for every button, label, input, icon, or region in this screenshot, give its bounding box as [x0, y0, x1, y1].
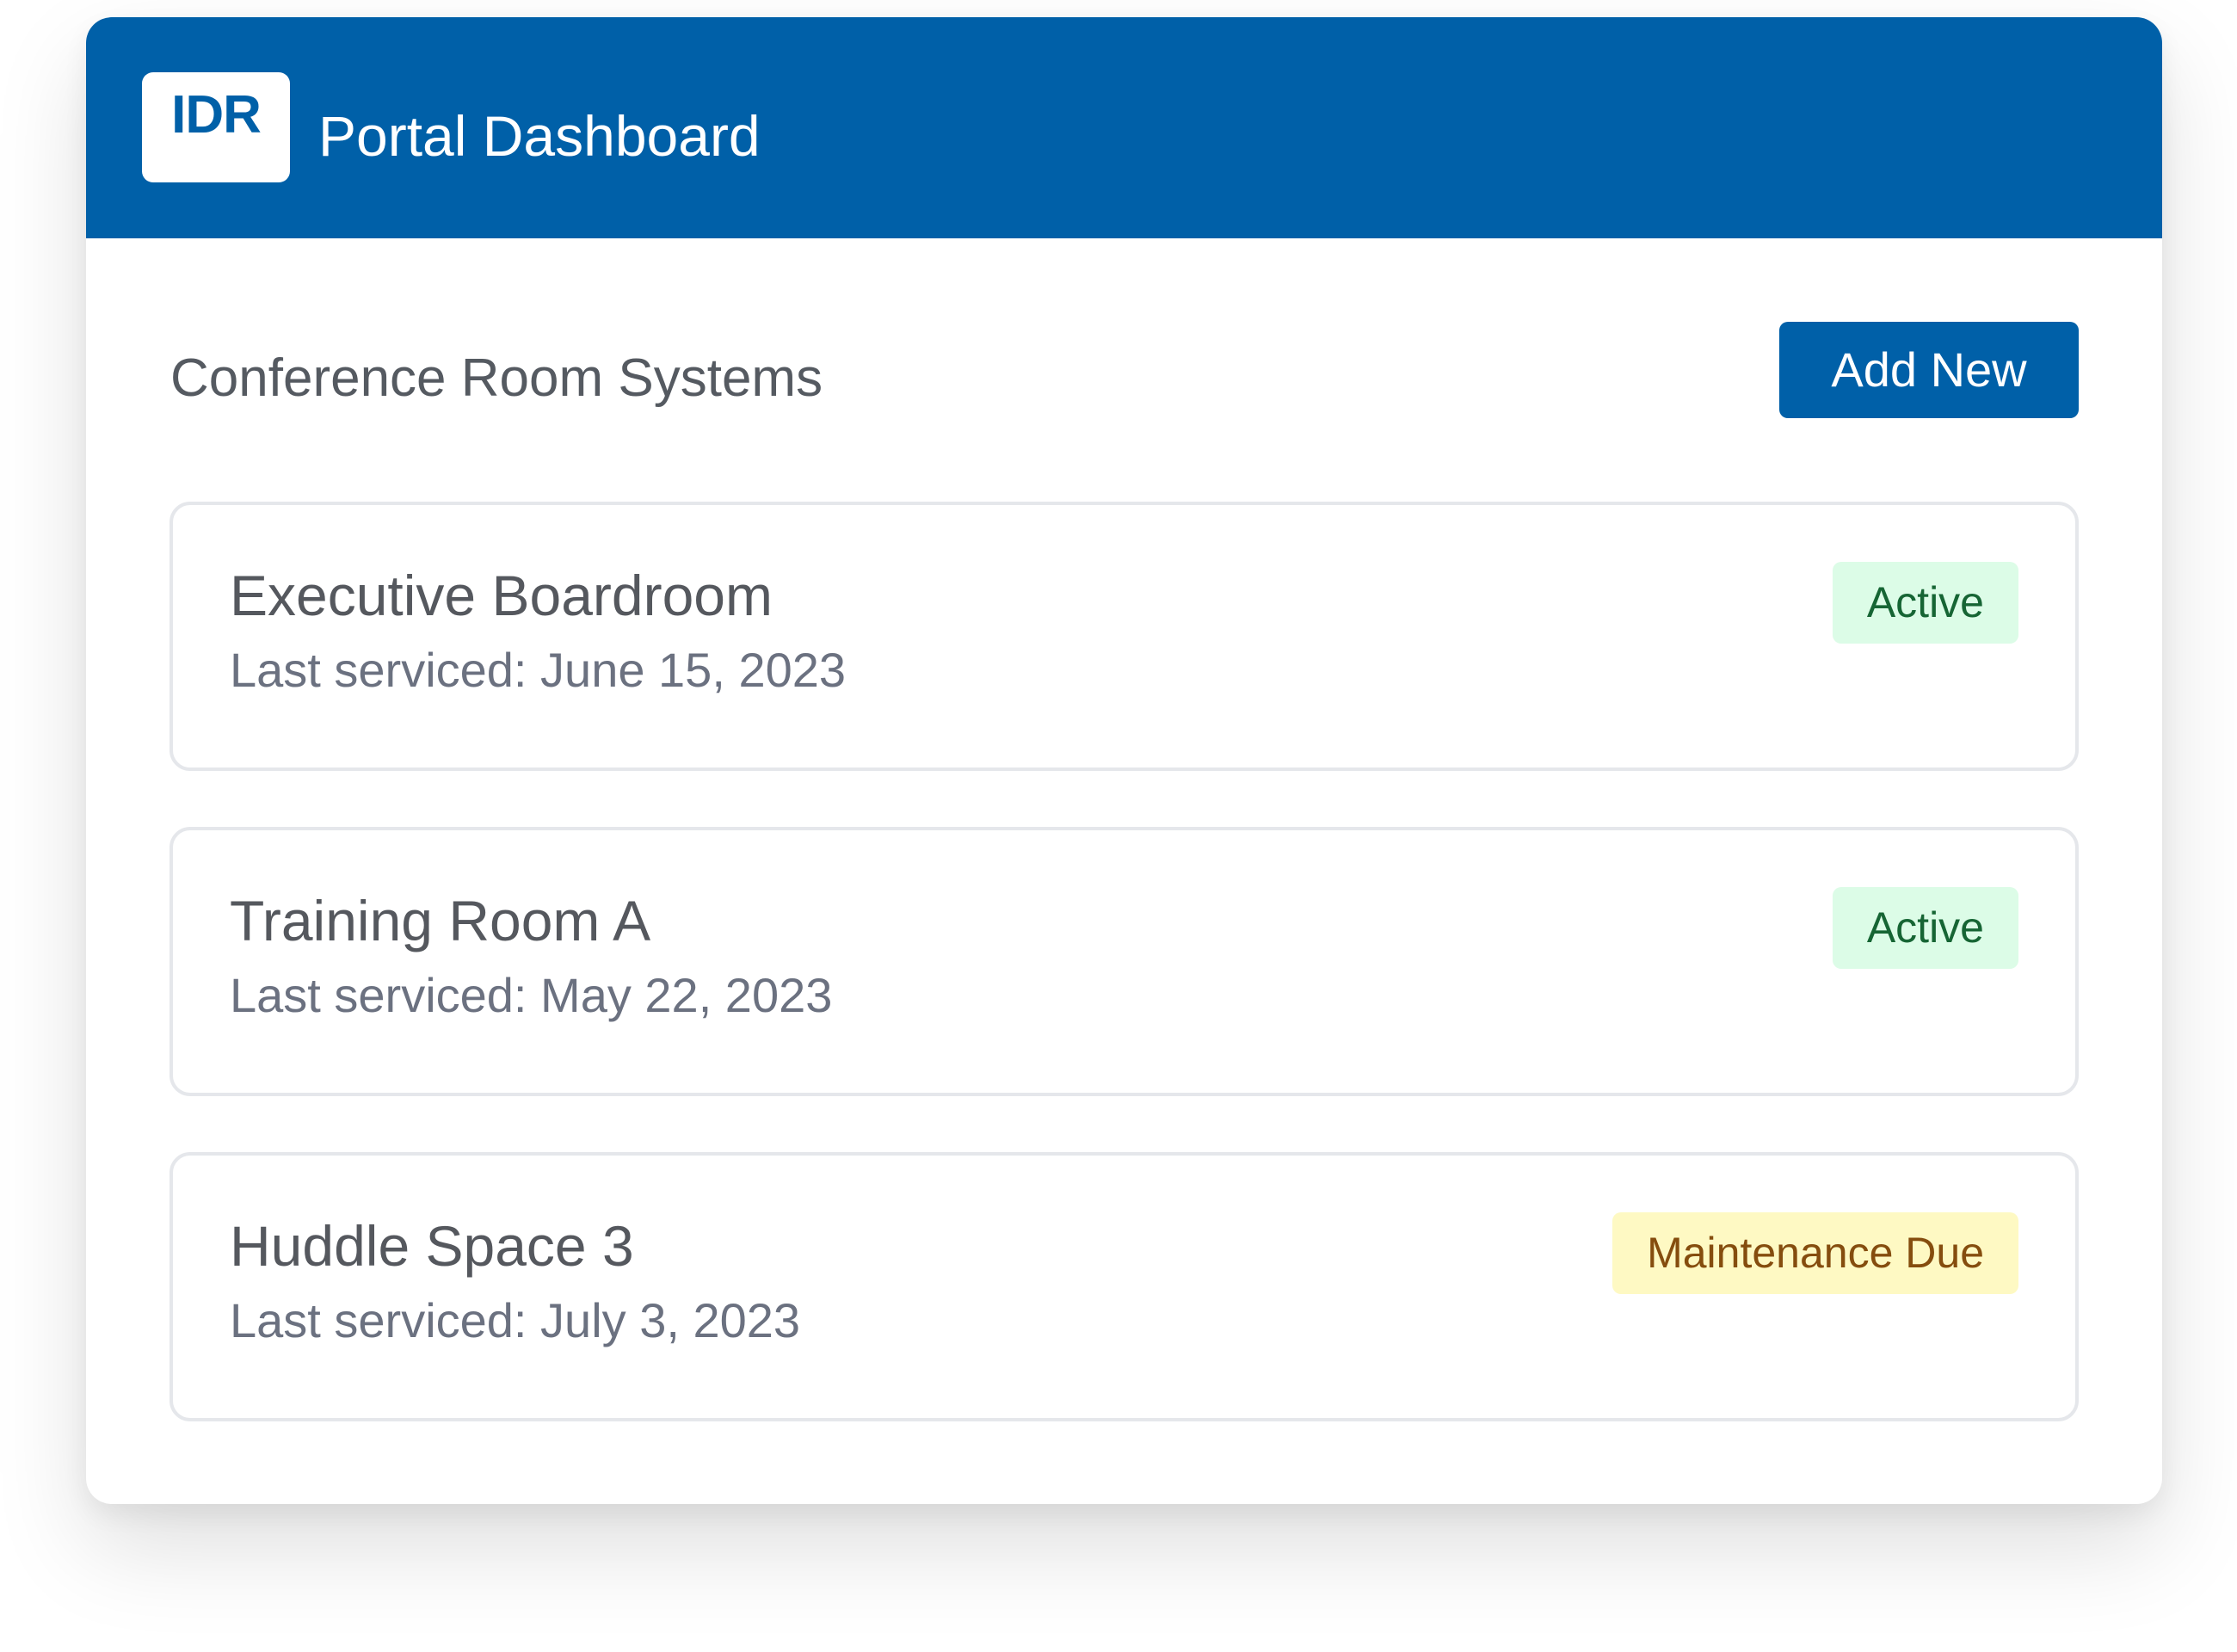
status-badge: Maintenance Due [1612, 1212, 2018, 1294]
room-name: Training Room A [230, 889, 651, 952]
room-list: Executive Boardroom Last serviced: June … [169, 502, 2079, 1477]
status-badge: Active [1832, 562, 2018, 644]
room-last-serviced: Last serviced: July 3, 2023 [230, 1293, 801, 1347]
add-new-button[interactable]: Add New [1779, 322, 2079, 418]
room-name: Executive Boardroom [230, 564, 773, 627]
app-title: Portal Dashboard [318, 104, 761, 168]
room-card-training-room-a[interactable]: Training Room A Last serviced: May 22, 2… [169, 827, 2079, 1096]
room-last-serviced: Last serviced: June 15, 2023 [230, 643, 847, 697]
section-title: Conference Room Systems [170, 348, 823, 408]
status-badge: Active [1832, 887, 2018, 969]
app-header: IDR Portal Dashboard [86, 17, 2162, 238]
room-card-huddle-space-3[interactable]: Huddle Space 3 Last serviced: July 3, 20… [169, 1152, 2079, 1421]
logo: IDR [142, 72, 290, 182]
room-card-executive-boardroom[interactable]: Executive Boardroom Last serviced: June … [169, 502, 2079, 771]
dashboard-window: IDR Portal Dashboard Conference Room Sys… [86, 17, 2162, 1504]
room-name: Huddle Space 3 [230, 1214, 634, 1278]
room-last-serviced: Last serviced: May 22, 2023 [230, 968, 833, 1022]
